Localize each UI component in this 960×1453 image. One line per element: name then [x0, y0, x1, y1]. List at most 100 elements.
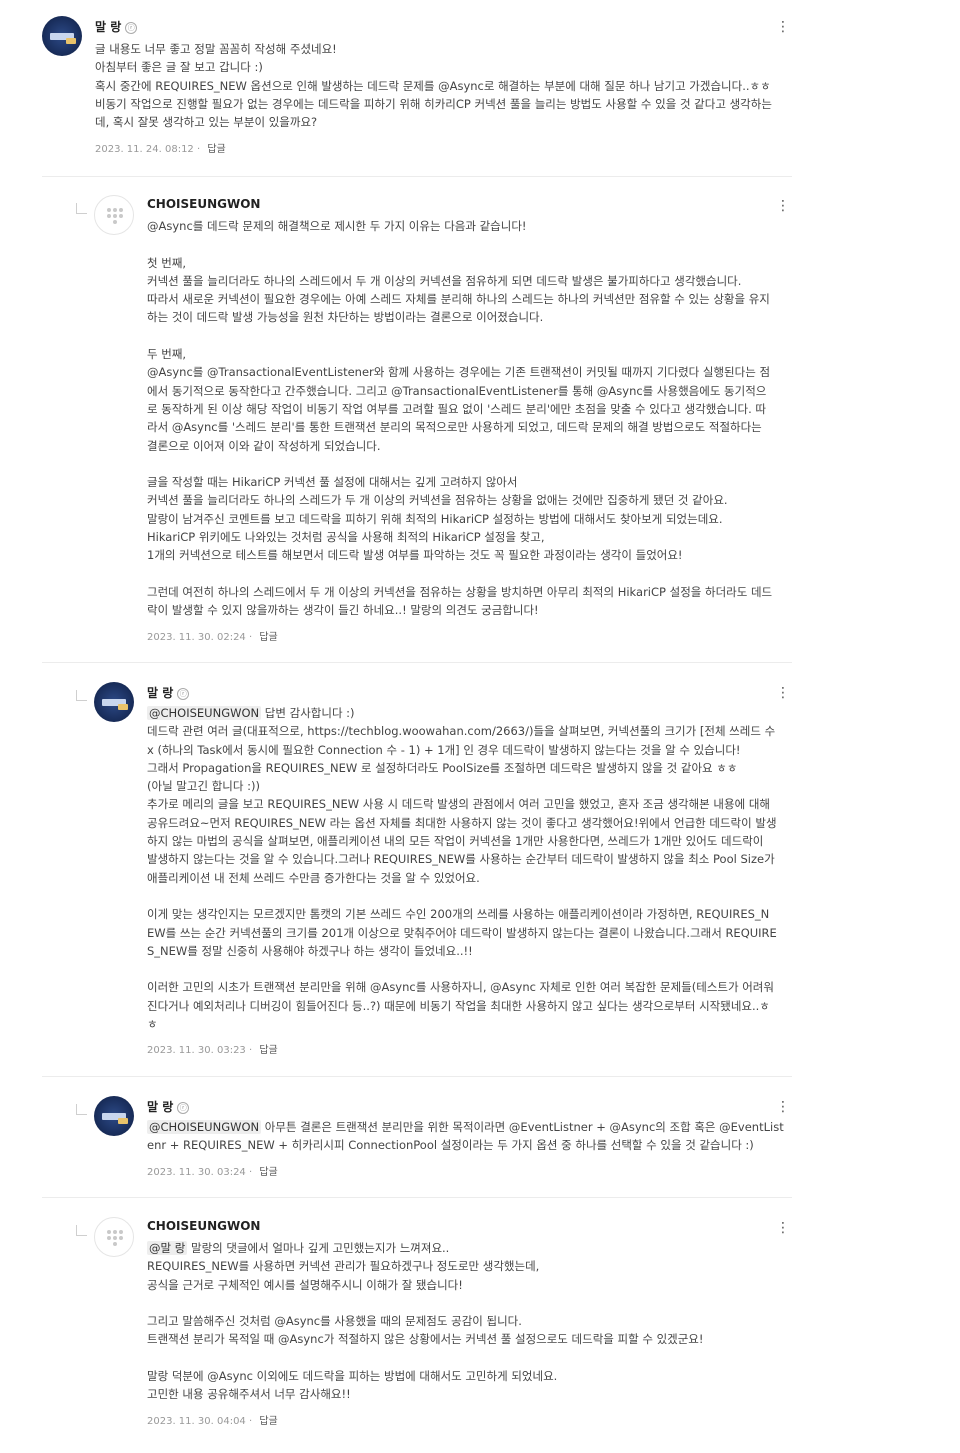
- comment-line: 로 동작하게 된 이상 해당 작업이 비동기 작업 여부를 고려할 필요 없이 …: [147, 400, 792, 418]
- comment-line: (아닐 말고긴 합니다 :)): [147, 777, 792, 795]
- author-label: 말 랑: [147, 1100, 174, 1114]
- comment-text: 진다거나 예외처리나 디버깅이 힘들어진다 등..?) 때문에 비동기 작업을 …: [147, 998, 770, 1013]
- comment-line: [147, 960, 792, 978]
- comment-line: @CHOISEUNGWON 답변 감사합니다 :): [147, 704, 792, 722]
- comment-text: 애플리케이션 내 전체 쓰레드 수만큼 증가한다는 것을 알 수 있었어요.: [147, 870, 480, 885]
- comment-line: @CHOISEUNGWON 아무튼 결론은 트랜잭션 분리만을 위한 목적이라면…: [147, 1118, 792, 1136]
- author-name[interactable]: CHOISEUNGWON: [147, 1219, 260, 1233]
- comment-text: REQUIRES_NEW를 사용하면 커넥션 관리가 필요하겠구나 정도로만 생…: [147, 1259, 540, 1274]
- comment-line: 글 내용도 너무 좋고 정말 꼼꼼히 작성해 주셨네요!: [95, 40, 792, 58]
- comment-divider: [42, 1197, 792, 1198]
- author-name[interactable]: 말 랑 ⓡ: [95, 18, 138, 35]
- comment-line: [147, 1349, 792, 1367]
- comment-text: 두 번째,: [147, 347, 187, 362]
- more-options-icon[interactable]: ⋮: [776, 198, 790, 214]
- comment-text: 발생하지 않는다는 것을 알 수 있습니다.그러나 REQUIRES_NEW를 …: [147, 852, 775, 867]
- comment-text: 1개의 커넥션으로 테스트를 해보면서 데드락 발생 여부를 파악하는 것도 꼭…: [147, 548, 683, 563]
- author-label: CHOISEUNGWON: [147, 197, 261, 211]
- comment-text: (아닐 말고긴 합니다 :)): [147, 779, 260, 794]
- comment-meta: 2023. 11. 24. 08:12 · 답글: [95, 140, 226, 155]
- comment-text: 이러한 고민의 시초가 트랜잭션 분리만을 위해 @Async를 사용하자니, …: [147, 980, 774, 995]
- author-badge-icon: ⓡ: [177, 688, 190, 700]
- comment-text: 락이 발생할 수 있지 않을까하는 생각이 들긴 하네요..! 말랑의 의견도 …: [147, 603, 539, 618]
- comment-line: [147, 327, 792, 345]
- avatar[interactable]: [94, 1217, 134, 1257]
- comment-body: @CHOISEUNGWON 답변 감사합니다 :) 데드락 관련 여러 글(대표적…: [147, 704, 792, 1033]
- avatar[interactable]: [94, 195, 134, 235]
- author-name[interactable]: 말 랑 ⓡ: [147, 1098, 190, 1115]
- comment-line: [147, 455, 792, 473]
- more-options-icon[interactable]: ⋮: [776, 685, 790, 701]
- comment-line: 공식을 근거로 구체적인 예시를 설명해주시니 이해가 잘 됐습니다!: [147, 1276, 792, 1294]
- comment-line: 공유드려요~먼저 REQUIRES_NEW 라는 옵션 자체를 최대한 사용하지…: [147, 814, 792, 832]
- comment-line: [147, 887, 792, 905]
- comment-date: 2023. 11. 30. 03:23: [147, 1045, 246, 1057]
- comment-text: 혹시 중간에 REQUIRES_NEW 옵션으로 인해 발생하는 데드락 문제를…: [95, 78, 771, 93]
- comment-line: 데드락 관련 여러 글(대표적으로, https://techblog.woow…: [147, 722, 792, 740]
- meta-separator: ·: [245, 1415, 256, 1427]
- comment-text: 고민한 내용 공유해주셔서 너무 감사해요!!: [147, 1387, 351, 1402]
- meta-separator: ·: [245, 631, 256, 643]
- more-options-icon[interactable]: ⋮: [776, 1099, 790, 1115]
- comment-line: S_NEW를 정말 신중히 사용해야 하겠구나 하는 생각이 들었네요..!!: [147, 942, 792, 960]
- comment-line: 두 번째,: [147, 345, 792, 363]
- avatar[interactable]: [94, 1096, 134, 1136]
- comment-text: 커넥션 풀을 늘리더라도 하나의 스레드가 두 개 이상의 커넥션을 점유하는 …: [147, 493, 728, 508]
- avatar[interactable]: [94, 682, 134, 722]
- comment-divider: [42, 1076, 792, 1077]
- meta-separator: ·: [245, 1166, 256, 1178]
- reply-button[interactable]: 답글: [259, 1045, 277, 1056]
- comment-text: @Async를 @TransactionalEventListener와 함께 …: [147, 365, 771, 380]
- reply-button[interactable]: 답글: [207, 144, 225, 155]
- avatar[interactable]: [42, 16, 82, 56]
- author-badge-icon: ⓡ: [177, 1102, 190, 1114]
- comment-line: 첫 번째,: [147, 254, 792, 272]
- comment-line: 그런데 여전히 하나의 스레드에서 두 개 이상의 커넥션을 점유하는 상황을 …: [147, 583, 792, 601]
- comment-text: HikariCP 위키에도 나와있는 것처럼 공식을 사용해 최적의 Hikar…: [147, 530, 545, 545]
- comment-text: enr + REQUIRES_NEW + 히카리시피 ConnectionPoo…: [147, 1138, 754, 1153]
- comment-line: 아침부터 좋은 글 잘 보고 갑니다 :): [95, 58, 792, 76]
- comment-text: 비동기 작업으로 진행할 필요가 없는 경우에는 데드락을 피하기 위해 히카리…: [95, 96, 772, 111]
- mention-tag[interactable]: @CHOISEUNGWON: [147, 1120, 262, 1134]
- mention-tag[interactable]: @CHOISEUNGWON: [147, 706, 262, 720]
- author-badge-icon: ⓡ: [125, 22, 138, 34]
- comment-text: 그런데 여전히 하나의 스레드에서 두 개 이상의 커넥션을 점유하는 상황을 …: [147, 584, 773, 599]
- author-name[interactable]: CHOISEUNGWON: [147, 197, 260, 211]
- comment-line: EW를 쓰는 순간 커넥션풀의 크기를 201개 이상으로 맞춰주어야 데드락이…: [147, 924, 792, 942]
- comment-text: 말랑의 댓글에서 얼마나 깊게 고민했는지가 느껴져요..: [187, 1241, 450, 1255]
- comment-line: 그래서 Propagation을 REQUIRES_NEW 로 설정하더라도 P…: [147, 759, 792, 777]
- mention-tag[interactable]: @말 랑: [147, 1241, 188, 1255]
- comment-text: 말랑이 남겨주신 코멘트를 보고 데드락을 피하기 위해 최적의 HikariC…: [147, 511, 723, 526]
- author-label: 말 랑: [95, 20, 122, 34]
- meta-separator: ·: [245, 1045, 256, 1057]
- comment-line: HikariCP 위키에도 나와있는 것처럼 공식을 사용해 최적의 Hikar…: [147, 528, 792, 546]
- comment-line: 트랜잭션 분리가 목적일 때 @Async가 적절하지 않은 상황에서는 커넥션…: [147, 1330, 792, 1348]
- comment-text: 글 내용도 너무 좋고 정말 꼼꼼히 작성해 주셨네요!: [95, 42, 337, 56]
- comment-text: ㅎ: [147, 1017, 158, 1032]
- comment-text: 아무튼 결론은 트랜잭션 분리만을 위한 목적이라면 @EventListner…: [261, 1120, 784, 1134]
- comment-text: 데드락 관련 여러 글(대표적으로, https://techblog.woow…: [147, 724, 776, 739]
- comment-line: 에서 동기적으로 동작한다고 간주했습니다. 그리고 @Transactiona…: [147, 382, 792, 400]
- comment-line: 발생하지 않는다는 것을 알 수 있습니다.그러나 REQUIRES_NEW를 …: [147, 850, 792, 868]
- comment-line: @Async를 @TransactionalEventListener와 함께 …: [147, 363, 792, 381]
- comment-divider: [42, 662, 792, 663]
- author-name[interactable]: 말 랑 ⓡ: [147, 684, 190, 701]
- more-options-icon[interactable]: ⋮: [776, 19, 790, 35]
- more-options-icon[interactable]: ⋮: [776, 1220, 790, 1236]
- comment-line: 말랑 덕분에 @Async 이외에도 데드락을 피하는 방법에 대해서도 고민하…: [147, 1367, 792, 1385]
- comment-text: 그래서 Propagation을 REQUIRES_NEW 로 설정하더라도 P…: [147, 760, 738, 775]
- comment-text: 그리고 말씀해주신 것처럼 @Async를 사용했을 때의 문제점도 공감이 됩…: [147, 1314, 522, 1329]
- reply-button[interactable]: 답글: [259, 632, 277, 643]
- comment-text: 글을 작성할 때는 HikariCP 커넥션 풀 설정에 대해서는 깊게 고려하…: [147, 475, 518, 490]
- comment-text: 답변 감사합니다 :): [261, 706, 355, 720]
- comment-line: REQUIRES_NEW를 사용하면 커넥션 관리가 필요하겠구나 정도로만 생…: [147, 1257, 792, 1275]
- comment-meta: 2023. 11. 30. 04:04 · 답글: [147, 1412, 278, 1427]
- comment-line: 추가로 메리의 글을 보고 REQUIRES_NEW 사용 시 데드락 발생의 …: [147, 795, 792, 813]
- reply-button[interactable]: 답글: [259, 1167, 277, 1178]
- comment-line: 이러한 고민의 시초가 트랜잭션 분리만을 위해 @Async를 사용하자니, …: [147, 978, 792, 996]
- comment-body: 글 내용도 너무 좋고 정말 꼼꼼히 작성해 주셨네요! 아침부터 좋은 글 잘 …: [95, 40, 792, 131]
- comment-divider: [42, 176, 792, 177]
- comment-line: 말랑이 남겨주신 코멘트를 보고 데드락을 피하기 위해 최적의 HikariC…: [147, 510, 792, 528]
- reply-button[interactable]: 답글: [259, 1416, 277, 1427]
- comment-line: 1개의 커넥션으로 테스트를 해보면서 데드락 발생 여부를 파악하는 것도 꼭…: [147, 546, 792, 564]
